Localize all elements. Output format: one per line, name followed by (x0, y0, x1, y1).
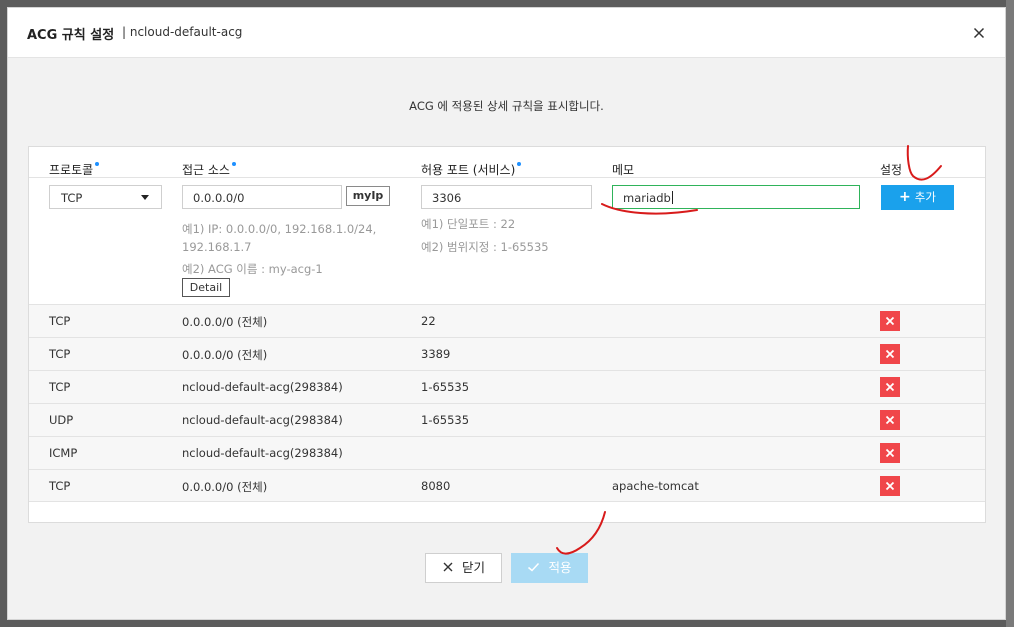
delete-rule-button[interactable] (880, 410, 900, 430)
table-row: TCP 0.0.0.0/0 (전체) 8080 apache-tomcat (29, 469, 985, 502)
check-icon (528, 562, 540, 572)
rule-protocol: ICMP (49, 446, 78, 460)
rule-protocol: UDP (49, 413, 74, 427)
port-input-value: 3306 (432, 191, 462, 205)
header-protocol-label: 프로토콜 (49, 163, 94, 177)
header-source: 접근 소스 (182, 161, 236, 178)
memo-input[interactable]: mariadb (612, 185, 860, 209)
close-icon (885, 481, 895, 491)
apply-button-label: 적용 (548, 560, 572, 575)
rule-port: 1-65535 (421, 380, 470, 394)
rule-port: 22 (421, 314, 436, 328)
source-hint-ip-cont: 192.168.1.7 (182, 240, 252, 254)
required-dot-icon (517, 162, 522, 166)
rule-memo: apache-tomcat (612, 479, 699, 493)
memo-input-value: mariadb (623, 191, 671, 205)
rule-protocol: TCP (49, 380, 71, 394)
rule-source: 0.0.0.0/0 (전체) (182, 480, 268, 494)
chevron-down-icon (141, 195, 149, 200)
close-icon (885, 382, 895, 392)
required-dot-icon (95, 162, 100, 166)
apply-button[interactable]: 적용 (511, 553, 588, 583)
table-row: TCP 0.0.0.0/0 (전체) 3389 (29, 337, 985, 370)
protocol-select[interactable]: TCP (49, 185, 162, 209)
header-protocol: 프로토콜 (49, 161, 100, 178)
rule-port: 1-65535 (421, 413, 470, 427)
modal-backdrop (1006, 0, 1014, 627)
close-icon (885, 316, 895, 326)
plus-icon: + (899, 189, 911, 205)
table-row: ICMP ncloud-default-acg(298384) (29, 436, 985, 469)
close-icon (885, 415, 895, 425)
delete-rule-button[interactable] (880, 377, 900, 397)
port-input[interactable]: 3306 (421, 185, 592, 209)
text-cursor (671, 191, 673, 204)
add-rule-button[interactable]: + 추가 (881, 185, 954, 210)
header-port-label: 허용 포트 (서비스) (421, 163, 516, 177)
detail-button[interactable]: Detail (182, 278, 230, 297)
source-hint-acg: 예2) ACG 이름 : my-acg-1 (182, 262, 323, 276)
rule-source: ncloud-default-acg(298384) (182, 413, 343, 427)
rule-table: 프로토콜 접근 소스 허용 포트 (서비스) 메모 설정 TCP 0.0.0.0… (28, 146, 986, 523)
close-button-label: 닫기 (461, 560, 485, 575)
table-row: UDP ncloud-default-acg(298384) 1-65535 (29, 403, 985, 436)
rule-protocol: TCP (49, 479, 71, 493)
myip-button[interactable]: myIp (346, 186, 390, 206)
rule-source: ncloud-default-acg(298384) (182, 446, 343, 460)
table-row: TCP 0.0.0.0/0 (전체) 22 (29, 304, 985, 337)
required-dot-icon (231, 162, 236, 166)
modal-header: ACG 규칙 설정 | ncloud-default-acg (8, 8, 1005, 58)
source-input[interactable]: 0.0.0.0/0 (182, 185, 342, 209)
modal-subtitle: | ncloud-default-acg (122, 25, 243, 39)
rule-source: 0.0.0.0/0 (전체) (182, 315, 268, 329)
header-setting: 설정 (880, 163, 903, 177)
rule-port: 8080 (421, 479, 451, 493)
rule-protocol: TCP (49, 347, 71, 361)
rule-source: ncloud-default-acg(298384) (182, 380, 343, 394)
rule-protocol: TCP (49, 314, 71, 328)
add-rule-label: 추가 (914, 190, 936, 204)
port-hint-range: 예2) 범위지정 : 1-65535 (421, 240, 549, 254)
header-port: 허용 포트 (서비스) (421, 161, 522, 178)
delete-rule-button[interactable] (880, 311, 900, 331)
protocol-select-value: TCP (61, 191, 83, 205)
close-button[interactable]: 닫기 (425, 553, 502, 583)
header-memo: 메모 (612, 163, 635, 177)
modal-description: ACG 에 적용된 상세 규칙을 표시합니다. (409, 99, 604, 113)
header-divider (29, 177, 985, 178)
rule-port: 3389 (421, 347, 451, 361)
header-source-label: 접근 소스 (182, 163, 230, 177)
acg-rule-modal: ACG 규칙 설정 | ncloud-default-acg ACG 에 적용된… (7, 7, 1006, 620)
source-hint-ip: 예1) IP: 0.0.0.0/0, 192.168.1.0/24, (182, 222, 377, 236)
port-hint-single: 예1) 단일포트 : 22 (421, 217, 516, 231)
rule-source: 0.0.0.0/0 (전체) (182, 348, 268, 362)
delete-rule-button[interactable] (880, 476, 900, 496)
delete-rule-button[interactable] (880, 443, 900, 463)
close-icon (885, 448, 895, 458)
close-icon[interactable] (971, 25, 987, 41)
close-icon (885, 349, 895, 359)
close-icon (443, 562, 453, 572)
delete-rule-button[interactable] (880, 344, 900, 364)
modal-title: ACG 규칙 설정 (27, 28, 115, 43)
table-row: TCP ncloud-default-acg(298384) 1-65535 (29, 370, 985, 403)
source-input-value: 0.0.0.0/0 (193, 191, 245, 205)
